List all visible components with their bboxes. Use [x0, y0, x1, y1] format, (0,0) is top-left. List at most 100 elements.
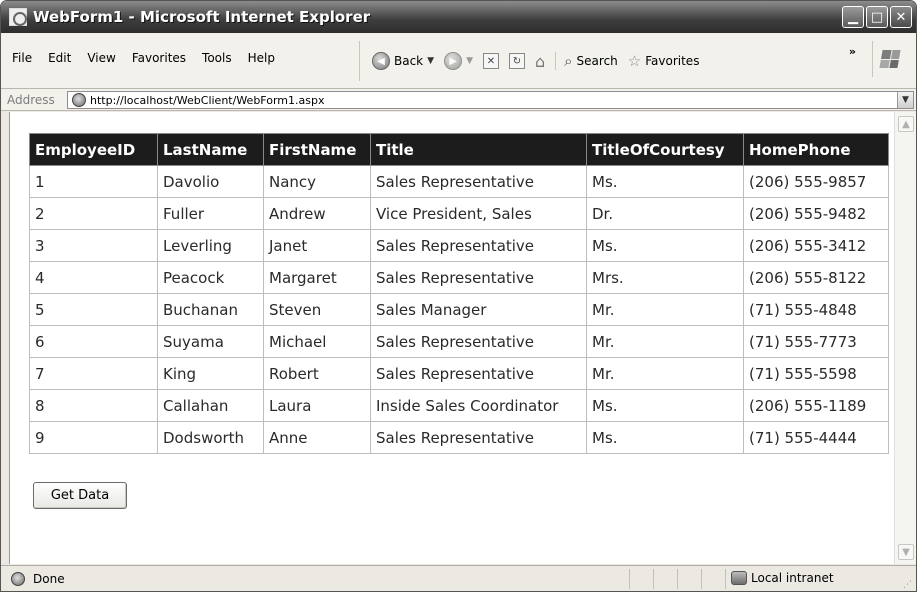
back-arrow-icon: ◀ — [372, 52, 390, 70]
window-title: WebForm1 - Microsoft Internet Explorer — [33, 8, 371, 26]
menu-favorites[interactable]: Favorites — [125, 51, 193, 65]
cell-home-phone: (206) 555-9482 — [743, 197, 889, 230]
cell-courtesy: Dr. — [586, 197, 744, 230]
status-divider — [629, 569, 630, 589]
cell-last-name: Peacock — [157, 261, 264, 294]
menu-view[interactable]: View — [80, 51, 122, 65]
cell-courtesy: Mr. — [586, 357, 744, 390]
cell-employee-id: 8 — [29, 389, 158, 422]
table-row: 5 Buchanan Steven Sales Manager Mr. (71)… — [29, 293, 889, 326]
cell-employee-id: 9 — [29, 421, 158, 454]
cell-courtesy: Ms. — [586, 389, 744, 422]
scroll-up-icon[interactable]: ▲ — [898, 116, 914, 132]
menu-file[interactable]: File — [5, 51, 39, 65]
table-row: 2 Fuller Andrew Vice President, Sales Dr… — [29, 197, 889, 230]
cell-home-phone: (71) 555-4848 — [743, 293, 889, 326]
address-bar: Address http://localhost/WebClient/WebFo… — [1, 89, 916, 111]
column-header: FirstName — [263, 133, 371, 166]
status-divider — [677, 569, 678, 589]
back-dropdown-icon[interactable]: ▼ — [427, 56, 434, 66]
title-bar[interactable]: WebForm1 - Microsoft Internet Explorer ▁… — [1, 1, 916, 33]
address-dropdown-icon[interactable]: ▼ — [897, 92, 913, 108]
cell-title: Sales Representative — [370, 165, 587, 198]
cell-home-phone: (206) 555-3412 — [743, 229, 889, 262]
cell-first-name: Janet — [263, 229, 371, 262]
cell-title: Sales Representative — [370, 261, 587, 294]
forward-button[interactable]: ▶ ▼ — [444, 52, 473, 70]
refresh-icon[interactable]: ↻ — [508, 53, 525, 69]
table-row: 7 King Robert Sales Representative Mr. (… — [29, 357, 889, 390]
employee-datagrid: EmployeeID LastName FirstName Title Titl… — [29, 133, 889, 454]
close-button[interactable]: ✕ — [890, 6, 912, 28]
menu-help[interactable]: Help — [241, 51, 282, 65]
cell-employee-id: 6 — [29, 325, 158, 358]
security-zone[interactable]: Local intranet — [731, 571, 834, 585]
cell-title: Inside Sales Coordinator — [370, 389, 587, 422]
cell-courtesy: Ms. — [586, 421, 744, 454]
cell-title: Sales Representative — [370, 357, 587, 390]
home-icon[interactable]: ⌂ — [535, 52, 545, 71]
cell-last-name: Callahan — [157, 389, 264, 422]
vertical-scrollbar[interactable]: ▲ ▼ — [894, 112, 916, 564]
page-content: EmployeeID LastName FirstName Title Titl… — [9, 112, 894, 564]
cell-title: Vice President, Sales — [370, 197, 587, 230]
cell-first-name: Anne — [263, 421, 371, 454]
cell-title: Sales Representative — [370, 229, 587, 262]
windows-flag-icon — [878, 50, 901, 68]
menu-bar: File Edit View Favorites Tools Help — [5, 51, 282, 65]
back-button[interactable]: ◀ Back ▼ — [372, 52, 434, 70]
toolbar-overflow-chevron[interactable]: » — [849, 45, 856, 58]
column-header: LastName — [157, 133, 264, 166]
table-row: 1 Davolio Nancy Sales Representative Ms.… — [29, 165, 889, 198]
resize-grip-icon[interactable]: ⋰ — [903, 580, 912, 590]
stop-icon[interactable]: ✕ — [482, 53, 499, 69]
status-divider — [725, 569, 726, 589]
address-url[interactable]: http://localhost/WebClient/WebForm1.aspx — [90, 94, 324, 107]
minimize-button[interactable]: ▁ — [842, 6, 864, 28]
cell-courtesy: Ms. — [586, 165, 744, 198]
windows-logo — [872, 41, 906, 77]
menu-tools[interactable]: Tools — [195, 51, 239, 65]
favorites-button[interactable]: ☆ Favorites — [628, 52, 700, 70]
forward-arrow-icon: ▶ — [444, 52, 463, 70]
cell-employee-id: 7 — [29, 357, 158, 390]
cell-courtesy: Ms. — [586, 229, 744, 262]
cell-home-phone: (71) 555-4444 — [743, 421, 889, 454]
cell-last-name: Leverling — [157, 229, 264, 262]
maximize-button[interactable]: □ — [866, 6, 888, 28]
menu-edit[interactable]: Edit — [41, 51, 78, 65]
ie-page-icon — [9, 8, 27, 26]
search-label: Search — [576, 54, 618, 68]
cell-last-name: Suyama — [157, 325, 264, 358]
cell-title: Sales Representative — [370, 421, 587, 454]
scroll-down-icon[interactable]: ▼ — [898, 544, 914, 560]
cell-first-name: Michael — [263, 325, 371, 358]
favorites-label: Favorites — [645, 54, 700, 68]
search-button[interactable]: ⌕ Search — [555, 52, 618, 70]
table-row: 8 Callahan Laura Inside Sales Coordinato… — [29, 389, 889, 422]
cell-title: Sales Representative — [370, 325, 587, 358]
cell-employee-id: 5 — [29, 293, 158, 326]
cell-home-phone: (206) 555-9857 — [743, 165, 889, 198]
forward-dropdown-icon[interactable]: ▼ — [466, 56, 473, 66]
cell-last-name: Buchanan — [157, 293, 264, 326]
address-label: Address — [7, 92, 55, 107]
cell-first-name: Andrew — [263, 197, 371, 230]
caption-buttons: ▁ □ ✕ — [842, 6, 912, 28]
cell-courtesy: Mr. — [586, 325, 744, 358]
status-left: Done — [7, 572, 65, 586]
status-page-icon — [11, 572, 25, 586]
get-data-button[interactable]: Get Data — [33, 482, 127, 509]
cell-first-name: Nancy — [263, 165, 371, 198]
browser-window: WebForm1 - Microsoft Internet Explorer ▁… — [0, 0, 917, 592]
status-text: Done — [33, 572, 65, 586]
grid-header-row: EmployeeID LastName FirstName Title Titl… — [29, 133, 889, 166]
table-row: 6 Suyama Michael Sales Representative Mr… — [29, 325, 889, 358]
address-field[interactable]: http://localhost/WebClient/WebForm1.aspx… — [67, 91, 914, 109]
back-label: Back — [394, 54, 424, 68]
intranet-icon — [731, 571, 747, 585]
cell-courtesy: Mr. — [586, 293, 744, 326]
column-header: EmployeeID — [29, 133, 158, 166]
search-icon: ⌕ — [564, 52, 573, 70]
cell-employee-id: 3 — [29, 229, 158, 262]
